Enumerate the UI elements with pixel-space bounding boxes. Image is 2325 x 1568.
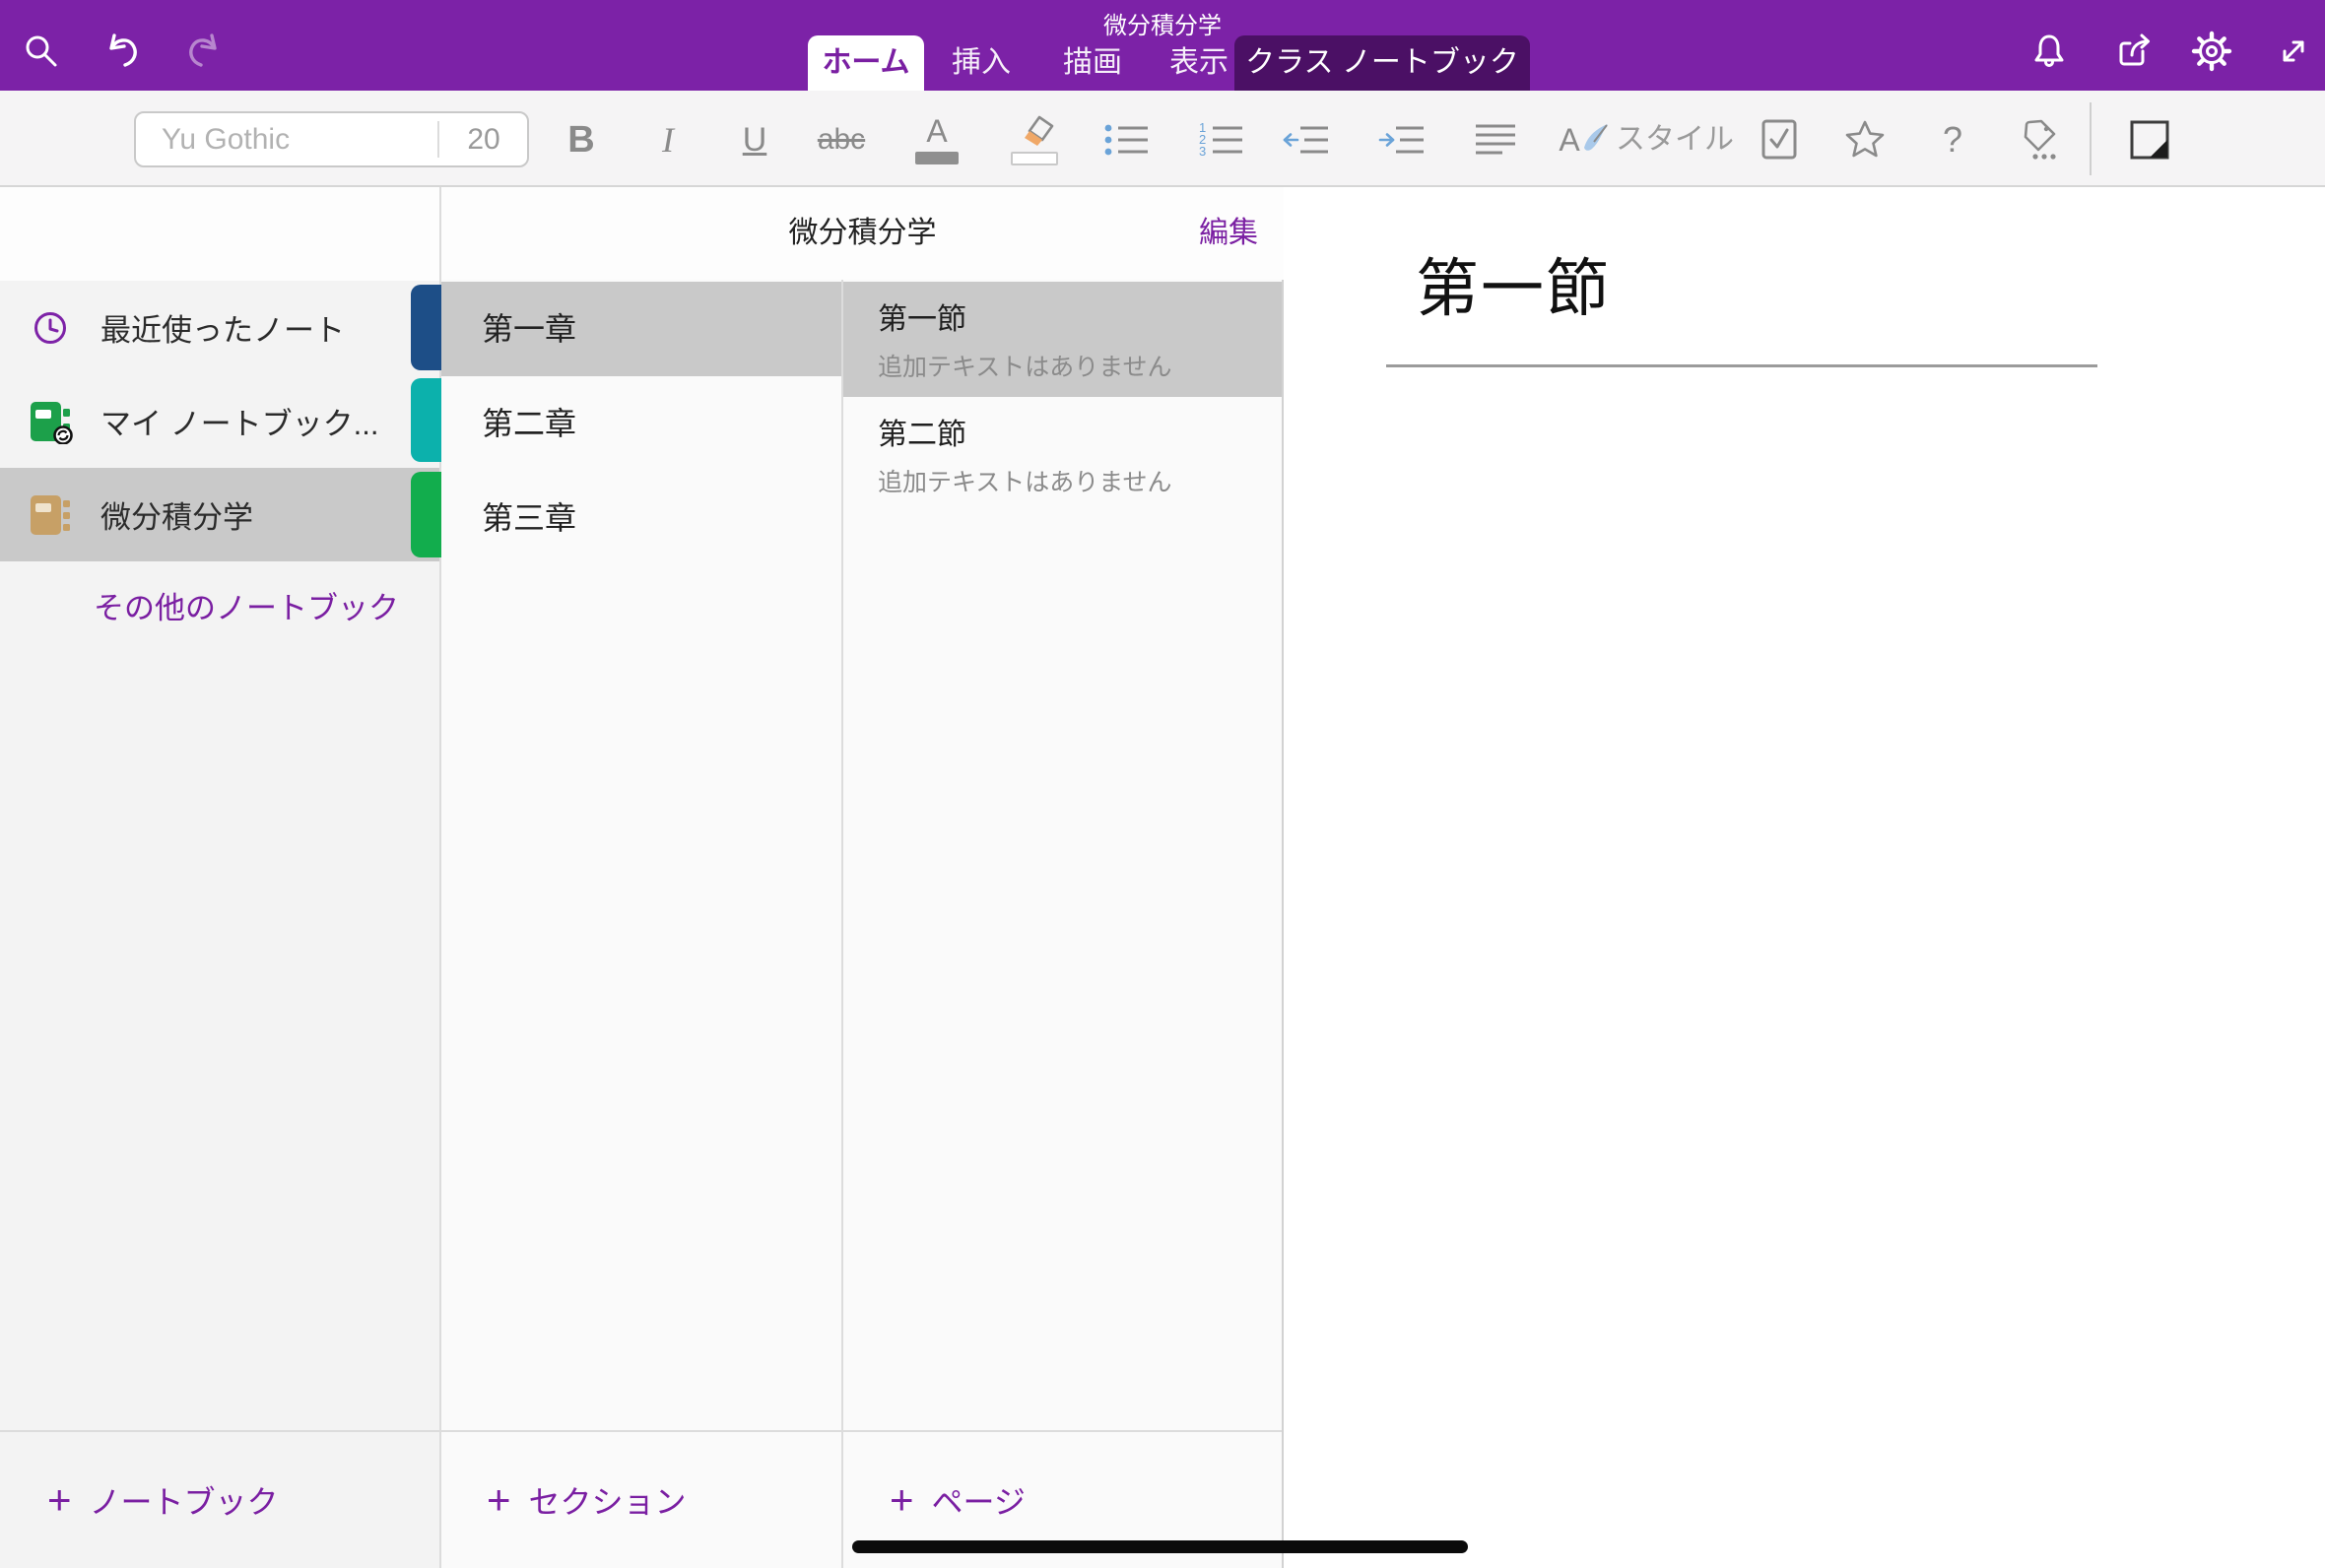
sidebar-item-calculus-notebook[interactable]: 微分積分学	[0, 468, 441, 561]
notebook-list-header: 微分積分学 編集	[441, 187, 1284, 280]
format-toolbar: Yu Gothic 20 B I U abc A	[0, 91, 2325, 187]
font-color-swatch	[915, 152, 959, 164]
page-subtitle: 追加テキストはありません	[878, 353, 1284, 382]
style-brush-icon	[1580, 122, 1610, 158]
notebook-color-tab-green[interactable]	[411, 472, 441, 557]
sidebar-item-label: マイ ノートブック...	[100, 399, 378, 443]
numbered-list-button[interactable]: 123	[1194, 110, 1245, 169]
highlight-color-swatch	[1011, 152, 1058, 165]
sidebar-item-recent-notes[interactable]: 最近使ったノート	[0, 281, 441, 374]
plus-icon: +	[47, 1479, 72, 1521]
font-size-selector[interactable]: 20	[439, 113, 528, 165]
strikethrough-button[interactable]: abc	[816, 110, 867, 169]
notebook-tan-icon	[28, 492, 73, 538]
bold-button[interactable]: B	[556, 110, 607, 169]
styles-button[interactable]: A	[1553, 110, 1616, 169]
notebook-green-sync-icon	[28, 399, 73, 444]
sections-column: 第一章 第二章 第三章 + セクション	[441, 187, 843, 1568]
notebook-color-tab-blue[interactable]	[411, 285, 441, 370]
fullscreen-expand-icon[interactable]	[2272, 30, 2315, 73]
sidebar-header	[0, 187, 441, 281]
plus-icon: +	[890, 1479, 914, 1521]
tab-class-notebook[interactable]: クラス ノートブック	[1234, 35, 1530, 91]
sidebar-item-label: 最近使ったノート	[100, 305, 345, 350]
notebooks-sidebar: 最近使ったノート マイ ノートブック...	[0, 187, 441, 1568]
underline-button[interactable]: U	[729, 110, 780, 169]
page-panel-button[interactable]	[2124, 110, 2175, 169]
share-icon[interactable]	[2113, 30, 2157, 73]
notebook-color-tab-teal[interactable]	[411, 378, 441, 462]
highlighter-button[interactable]	[1009, 110, 1060, 169]
section-item-chapter2[interactable]: 第二章	[441, 376, 843, 471]
svg-text:3: 3	[1199, 144, 1206, 159]
font-color-button[interactable]: A	[911, 110, 963, 169]
clock-icon	[28, 305, 73, 351]
sections-pages-divider	[841, 280, 843, 1568]
sidebar-item-my-notebooks[interactable]: マイ ノートブック...	[0, 374, 441, 468]
add-notebook-button[interactable]: + ノートブック	[0, 1430, 441, 1568]
plus-icon: +	[487, 1479, 511, 1521]
more-notebooks-link[interactable]: その他のノートブック	[94, 561, 399, 655]
add-section-button[interactable]: + セクション	[441, 1430, 843, 1568]
toolbar-divider	[2090, 102, 2092, 175]
pages-content-divider	[1282, 187, 1284, 1568]
todo-tag-button[interactable]	[1753, 110, 1804, 169]
page-canvas[interactable]: 第一節	[1284, 187, 2325, 1568]
section-item-chapter1[interactable]: 第一章	[441, 282, 843, 376]
sidebar-item-label: 微分積分学	[100, 492, 253, 537]
italic-button[interactable]: I	[642, 110, 694, 169]
tab-draw[interactable]: 描画	[1035, 35, 1150, 91]
section-item-chapter3[interactable]: 第三章	[441, 471, 843, 565]
question-tag-button[interactable]: ?	[1927, 110, 1978, 169]
notebook-title: 微分積分学	[441, 187, 1284, 280]
more-tags-button[interactable]	[2014, 110, 2065, 169]
pages-column: 第一節 追加テキストはありません 第二節 追加テキストはありません + ページ	[843, 187, 1284, 1568]
indent-button[interactable]	[1375, 110, 1427, 169]
home-indicator-bar[interactable]	[852, 1540, 1468, 1553]
font-name-selector[interactable]: Yu Gothic	[162, 113, 290, 165]
outdent-button[interactable]	[1280, 110, 1331, 169]
title-underline	[1386, 364, 2097, 367]
font-picker: Yu Gothic 20	[134, 111, 529, 167]
tab-insert[interactable]: 挿入	[924, 35, 1038, 91]
onenote-app: 微分積分学 ホーム 挿入 描画 表示 クラス ノートブック	[0, 0, 2325, 1568]
page-title-text[interactable]: 第一節	[1416, 238, 1611, 329]
page-subtitle: 追加テキストはありません	[878, 468, 1284, 497]
styles-label[interactable]: スタイル	[1616, 110, 1734, 169]
edit-button[interactable]: 編集	[1199, 187, 1258, 280]
top-app-bar: 微分積分学 ホーム 挿入 描画 表示 クラス ノートブック	[0, 0, 2325, 91]
highlighter-icon	[1013, 115, 1056, 149]
bullet-list-button[interactable]	[1099, 110, 1151, 169]
page-item-section1[interactable]: 第一節 追加テキストはありません	[843, 282, 1284, 397]
star-tag-button[interactable]	[1839, 110, 1891, 169]
page-item-section2[interactable]: 第二節 追加テキストはありません	[843, 397, 1284, 512]
align-button[interactable]	[1470, 110, 1521, 169]
settings-gear-icon[interactable]	[2190, 30, 2233, 73]
notifications-bell-icon[interactable]	[2027, 30, 2071, 73]
tab-home[interactable]: ホーム	[808, 35, 924, 91]
